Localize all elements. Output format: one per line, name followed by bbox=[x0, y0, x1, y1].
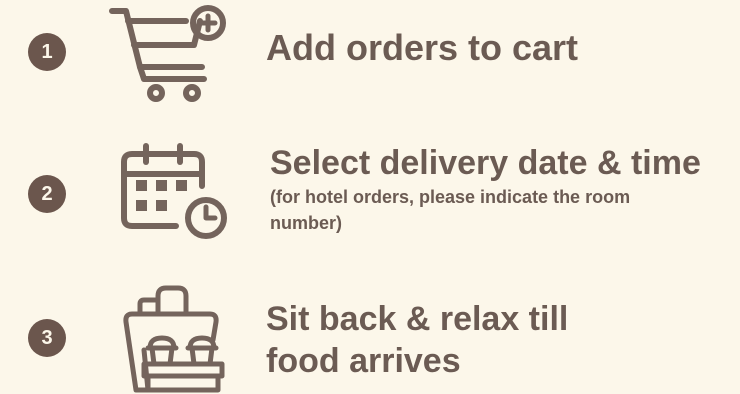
step-number-3: 3 bbox=[28, 319, 66, 357]
step-2-note: (for hotel orders, please indicate the r… bbox=[270, 184, 630, 236]
step-3-title-line-2: food arrives bbox=[266, 342, 461, 380]
step-2-title: Select delivery date & time bbox=[270, 144, 701, 182]
step-2-note-line-1: (for hotel orders, please indicate the r… bbox=[270, 187, 631, 207]
step-number-2: 2 bbox=[28, 175, 66, 213]
step-number-1: 1 bbox=[28, 33, 66, 71]
cart-plus-icon bbox=[108, 5, 234, 105]
calendar-clock-icon bbox=[118, 140, 242, 244]
takeaway-bag-cups-icon bbox=[118, 282, 242, 394]
step-2-note-line-2: number) bbox=[270, 213, 342, 233]
step-3-title-line-1: Sit back & relax till bbox=[266, 300, 569, 338]
step-1-title: Add orders to cart bbox=[266, 27, 579, 68]
